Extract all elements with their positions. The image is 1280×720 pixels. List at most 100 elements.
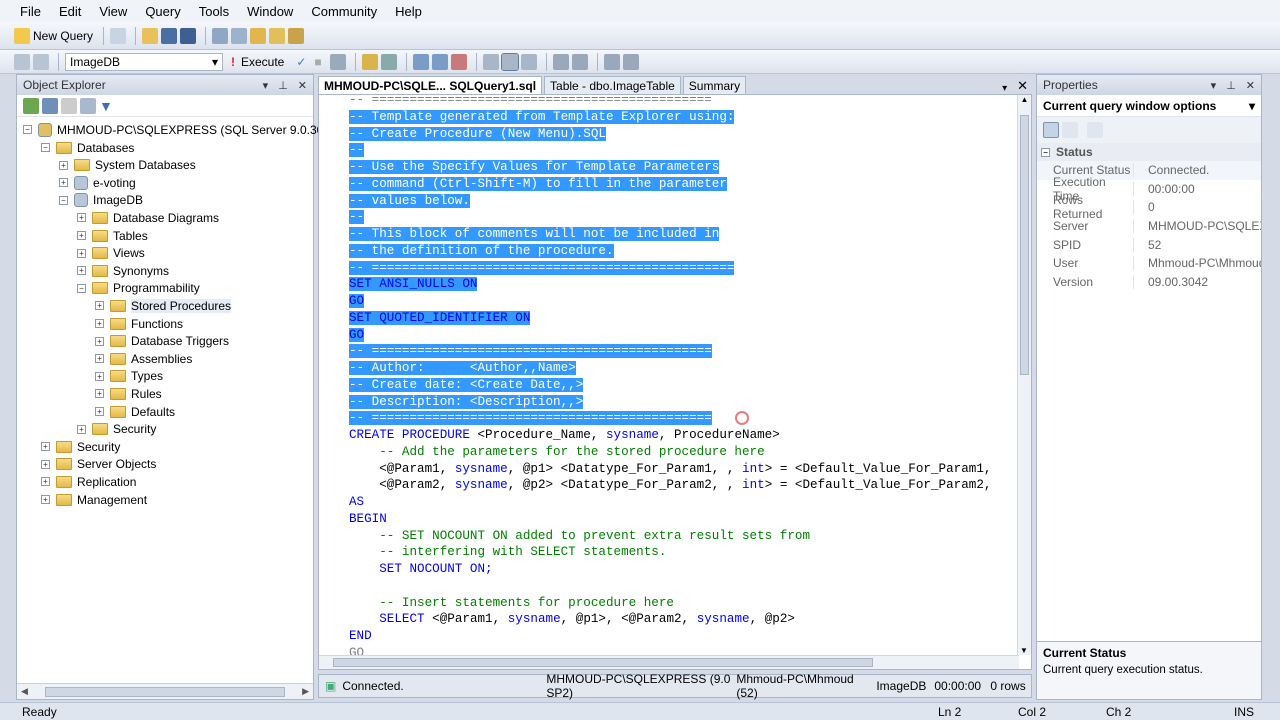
expand-toggle[interactable]: + [77,231,86,240]
connect-icon[interactable] [23,97,39,114]
horizontal-scrollbar[interactable]: ◀ ▶ [17,683,313,699]
code-line[interactable]: GO [349,327,991,344]
execute-button[interactable]: ! Execute [231,52,284,72]
code-line[interactable]: -- Description: <Description,,> [349,394,991,411]
tree-node[interactable]: + Types [95,368,163,385]
code-line[interactable]: END [349,628,991,645]
menu-item-query[interactable]: Query [145,4,180,19]
expand-toggle[interactable]: + [95,389,104,399]
increase-indent-icon[interactable] [622,53,639,70]
cancel-query-icon[interactable]: ■ [314,55,321,69]
code-line[interactable]: <@Param2, sysname, @p2> <Datatype_For_Pa… [349,477,991,494]
expand-toggle[interactable]: + [77,266,86,276]
tree-node[interactable]: + Tables [77,227,148,244]
server-node[interactable]: − MHMOUD-PC\SQLEXPRESS (SQL Server 9.0.3… [23,121,337,138]
tab-summary[interactable]: Summary [682,76,747,94]
code-line[interactable]: -- command (Ctrl-Shift-M) to fill in the… [349,176,991,193]
filter-icon[interactable]: ▼ [99,98,113,114]
solution-explorer-icon[interactable] [269,27,286,44]
new-query-button[interactable]: New Query [14,26,93,46]
scroll-thumb[interactable] [45,686,285,697]
tree-node[interactable]: + Security [41,438,120,455]
tree-node[interactable]: + Stored Procedures [95,297,232,314]
expand-toggle[interactable]: + [95,407,104,416]
client-stats-icon[interactable] [500,52,519,71]
vertical-scrollbar[interactable]: ▲ ▼ [1017,95,1031,655]
comment-icon[interactable] [552,53,569,70]
code-line[interactable]: -- Create Procedure (New Menu).SQL [349,126,991,143]
expand-toggle[interactable]: + [41,477,50,487]
save-all-icon[interactable] [180,27,197,44]
tab-imagetable[interactable]: Table - dbo.ImageTable [544,76,681,94]
code-line[interactable]: SELECT <@Param1, sysname, @p1>, <@Param2… [349,611,991,628]
code-line[interactable]: -- Author: <Author,,Name> [349,360,991,377]
collapse-toggle[interactable]: − [59,195,68,205]
properties-window-icon[interactable] [288,27,305,44]
expand-toggle[interactable]: + [95,319,104,328]
panel-menu-icon[interactable]: ▾ [263,80,269,92]
tree-node[interactable]: − ImageDB [59,192,143,209]
tree-node[interactable]: + Rules [95,385,162,402]
close-document-icon[interactable]: ✕ [1017,78,1028,94]
menu-item-community[interactable]: Community [311,4,377,19]
properties-section-status[interactable]: − Status [1037,143,1261,161]
code-line[interactable]: -- =====================================… [349,95,991,109]
menu-item-file[interactable]: File [20,4,41,19]
collapse-toggle[interactable]: − [77,283,86,293]
expand-toggle[interactable]: + [95,371,104,381]
save-icon[interactable] [161,27,178,44]
tree-node[interactable]: + Database Triggers [95,333,229,350]
expand-toggle[interactable]: + [59,178,68,188]
tree-node[interactable]: − Databases [41,139,134,156]
tree-node[interactable]: + Assemblies [95,350,192,367]
property-pages-icon[interactable] [1087,122,1103,138]
scroll-right-icon[interactable]: ▶ [302,686,309,697]
query-editor[interactable]: -- =====================================… [318,94,1032,670]
scroll-thumb[interactable] [1020,115,1029,375]
refresh-icon[interactable] [80,97,96,114]
specify-values-icon[interactable] [380,53,397,70]
scroll-up-icon[interactable]: ▲ [1018,95,1031,104]
code-line[interactable]: -- =====================================… [349,260,991,277]
expand-toggle[interactable]: + [95,301,104,311]
scroll-down-icon[interactable]: ▼ [1018,646,1030,655]
code-line[interactable]: BEGIN [349,511,991,528]
code-line[interactable]: SET NOCOUNT ON; [349,561,991,578]
database-selector[interactable]: ImageDB ▾ [65,52,223,71]
tree-node[interactable]: − Programmability [77,280,200,297]
properties-object-selector[interactable]: Current query window options ▾ [1037,95,1261,117]
tree-node[interactable]: + Database Diagrams [77,209,219,226]
scroll-thumb[interactable] [333,658,873,667]
registered-servers-icon[interactable] [212,27,229,44]
property-row[interactable]: User Mhmoud-PC\Mhmoud [1037,254,1261,273]
code-line[interactable]: AS [349,494,991,511]
pin-icon[interactable]: ⊥ [278,80,288,92]
decrease-indent-icon[interactable] [603,53,620,70]
disconnect-icon[interactable] [42,97,58,114]
code-line[interactable]: SET QUOTED_IDENTIFIER ON [349,310,991,327]
expand-toggle[interactable]: + [41,495,50,504]
property-row[interactable]: Version 09.00.3042 [1037,273,1261,292]
code-line[interactable]: SET ANSI_NULLS ON [349,276,991,293]
query-designer-icon[interactable] [361,53,378,70]
open-file-icon[interactable] [142,27,159,44]
tree-node[interactable]: + Views [77,245,145,262]
code-line[interactable]: -- =====================================… [349,410,991,427]
uncomment-icon[interactable] [571,53,588,70]
code-line[interactable]: -- values below. [349,193,991,210]
code-line[interactable]: -- Create date: <Create Date,,> [349,377,991,394]
new-file-icon[interactable] [110,27,127,44]
include-plan-icon[interactable] [482,53,499,70]
collapse-toggle[interactable]: − [23,125,32,134]
object-explorer-icon[interactable] [231,27,248,44]
results-file-icon[interactable] [450,53,467,70]
template-explorer-icon[interactable] [250,27,267,44]
menu-item-tools[interactable]: Tools [199,4,229,19]
code-line[interactable]: -- This block of comments will not be in… [349,226,991,243]
expand-toggle[interactable]: + [77,248,86,258]
code-area[interactable]: -- =====================================… [349,95,991,662]
categorized-icon[interactable] [1043,122,1059,138]
stop-icon[interactable] [61,97,77,114]
tab-list-icon[interactable]: ▾ [1002,83,1007,94]
code-line[interactable]: -- [349,209,991,226]
